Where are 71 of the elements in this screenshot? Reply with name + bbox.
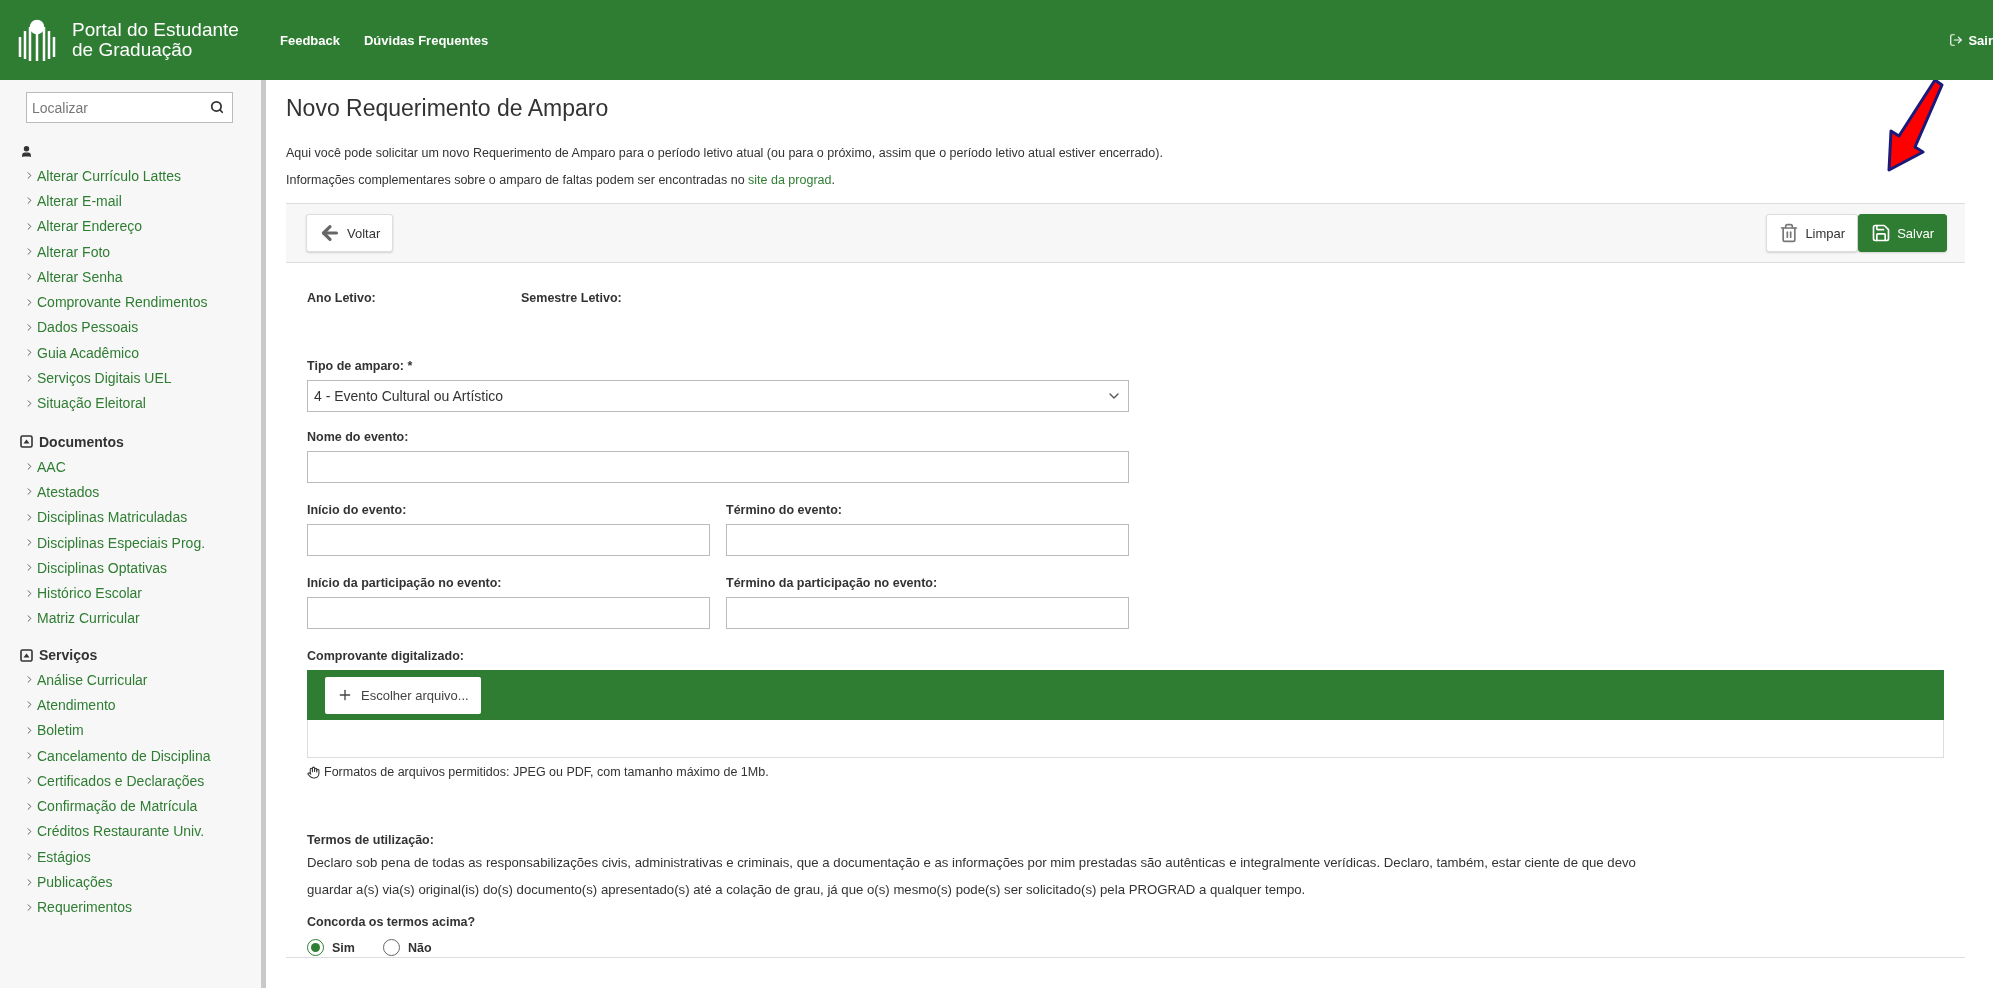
- sidebar-link[interactable]: Alterar Endereço: [20, 213, 261, 239]
- input-field[interactable]: [307, 524, 710, 556]
- field-label: Nome do evento:: [307, 430, 410, 444]
- portal-title: Portal do Estudante de Graduação: [72, 20, 239, 60]
- sidebar-link[interactable]: Alterar Foto: [20, 238, 261, 265]
- nav-link[interactable]: Dúvidas Frequentes: [364, 32, 489, 48]
- sidebar-link[interactable]: Estágios: [20, 844, 261, 870]
- sidebar-link[interactable]: Serviços Digitais UEL: [20, 365, 261, 391]
- sidebar-link[interactable]: Comprovante Rendimentos: [20, 289, 261, 315]
- sidebar-link[interactable]: AAC: [20, 453, 261, 480]
- input-field[interactable]: [307, 451, 1129, 483]
- terms-title: Termos de utilização:: [307, 833, 435, 847]
- sidebar-link[interactable]: Créditos Restaurante Univ.: [20, 818, 261, 845]
- page-title: Novo Requerimento de Amparo: [286, 95, 610, 122]
- type-select[interactable]: 4 - Evento Cultural ou Artístico: [307, 380, 1129, 412]
- back-arrow-icon: [319, 222, 341, 244]
- field-label: Início da participação no evento:: [307, 576, 503, 590]
- radio-option[interactable]: Sim: [307, 939, 355, 956]
- radio-option[interactable]: Não: [382, 939, 432, 956]
- sidebar-link[interactable]: Histórico Escolar: [20, 580, 261, 606]
- sidebar-link[interactable]: Matriz Curricular: [20, 605, 261, 632]
- field-label: Término do evento:: [726, 503, 843, 517]
- input-field[interactable]: [726, 597, 1129, 629]
- collapse-icon[interactable]: [20, 648, 33, 662]
- sidebar-link[interactable]: Dados Pessoais: [20, 314, 261, 341]
- sidebar-link[interactable]: Alterar E-mail: [20, 188, 261, 214]
- sidebar-link[interactable]: Atestados: [20, 479, 261, 505]
- field-label: Término da participação no evento:: [726, 576, 939, 590]
- nav-link[interactable]: Feedback: [280, 32, 340, 48]
- save-button[interactable]: Salvar: [1858, 214, 1947, 252]
- sidebar-link[interactable]: Confirmação de Matrícula: [20, 793, 261, 819]
- input-field[interactable]: [307, 597, 710, 629]
- input-field[interactable]: [726, 524, 1129, 556]
- sidebar-link[interactable]: Alterar Currículo Lattes: [20, 163, 261, 189]
- back-button[interactable]: Voltar: [306, 214, 394, 252]
- sidebar-link[interactable]: Disciplinas Especiais Prog.: [20, 529, 261, 556]
- sidebar-link[interactable]: Disciplinas Matriculadas: [20, 504, 261, 530]
- clear-button[interactable]: Limpar: [1766, 214, 1859, 252]
- section-title: Serviços: [39, 647, 98, 664]
- sidebar-link[interactable]: Atendimento: [20, 692, 261, 718]
- search-icon: [210, 100, 224, 114]
- hand-icon: [307, 765, 320, 779]
- sidebar-link[interactable]: Alterar Senha: [20, 264, 261, 290]
- intro-text: Aqui você pode solicitar um novo Requerimento de Amparo para o período letivo atual (ou para o próximo, assim que o período letivo atual estiver encerrado).: [286, 146, 1164, 160]
- sidebar-link[interactable]: Situação Eleitoral: [20, 390, 261, 416]
- trash-icon: [1779, 223, 1800, 243]
- search-field[interactable]: Localizar: [26, 92, 233, 123]
- sidebar-link[interactable]: Disciplinas Optativas: [20, 555, 261, 581]
- collapse-icon[interactable]: [20, 435, 33, 449]
- field-label: Tipo de amparo: *: [307, 359, 414, 373]
- file-note: Formatos de arquivos permitidos: JPEG ou PDF, com tamanho máximo de 1Mb.: [324, 765, 769, 779]
- sidebar-link[interactable]: Certificados e Declarações: [20, 768, 261, 794]
- plus-icon: [337, 687, 353, 703]
- sidebar-link[interactable]: Análise Curricular: [20, 667, 261, 693]
- sidebar-link[interactable]: Cancelamento de Disciplina: [20, 742, 261, 769]
- logout-link[interactable]: Sair: [1949, 32, 1993, 48]
- info-text: Informações complementares sobre o amparo de faltas podem ser encontradas no site da prograd.: [286, 173, 836, 187]
- sidebar-link[interactable]: Guia Acadêmico: [20, 340, 261, 366]
- field-label: Comprovante digitalizado:: [307, 649, 465, 663]
- sidebar-link[interactable]: Requerimentos: [20, 894, 261, 920]
- choose-file-button[interactable]: Escolher arquivo...: [325, 676, 481, 714]
- period-label: Semestre Letivo:: [521, 291, 623, 305]
- user-icon: [20, 144, 33, 158]
- field-label: Início do evento:: [307, 503, 408, 517]
- period-label: Ano Letivo:: [307, 291, 377, 305]
- sidebar-link[interactable]: Publicações: [20, 869, 261, 895]
- logout-icon: [1949, 33, 1964, 47]
- terms-text: Declaro sob pena de todas as responsabilizações civis, administrativas e criminais, que a documentação e as informações por mim prestadas são autênticas e integralmente verídicas. Declaro, também, estar ciente de que devo guardar a(s) via(s) original(is) do(s) documento(s) apresentado(s) até a colação de grau, já que o(s) mesmo(s) pode(s) ser solicitado(s) pela PROGRAD a qualquer tempo.: [307, 854, 1637, 899]
- section-title: Documentos: [39, 433, 124, 450]
- sidebar-link[interactable]: Boletim: [20, 717, 261, 743]
- agree-question: Concorda os termos acima?: [307, 915, 477, 929]
